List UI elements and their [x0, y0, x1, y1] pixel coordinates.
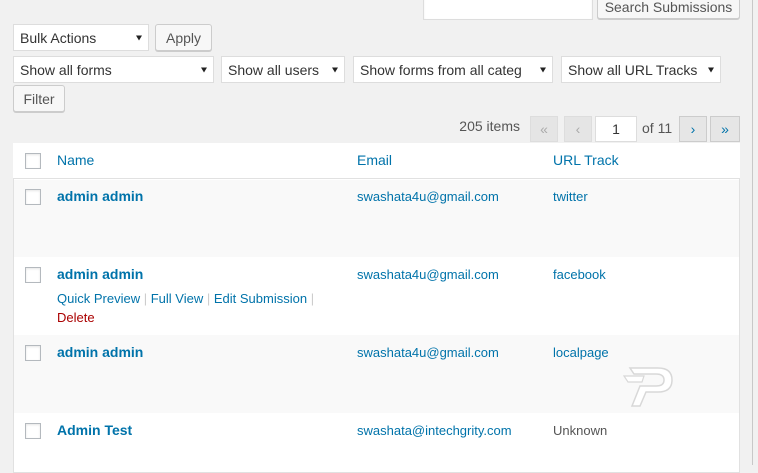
submission-name-link[interactable]: admin admin	[57, 344, 143, 360]
first-page-button: «	[530, 116, 558, 142]
url-tracks-filter-select[interactable]: Show all URL Tracks	[561, 56, 721, 83]
table-row	[14, 413, 739, 465]
items-count: 205 items	[459, 118, 520, 134]
submission-url-track-link[interactable]: localpage	[553, 345, 609, 360]
row-checkbox[interactable]	[25, 345, 41, 361]
bulk-actions-value: Bulk Actions	[20, 29, 97, 46]
chevron-down-icon	[201, 67, 207, 72]
row-checkbox[interactable]	[25, 423, 41, 439]
column-header-name[interactable]: Name	[57, 152, 94, 168]
watermark-logo-icon	[620, 360, 680, 410]
column-header-email[interactable]: Email	[357, 152, 392, 168]
categories-filter-select[interactable]: Show forms from all categ	[353, 56, 553, 83]
quick-preview-link[interactable]: Quick Preview	[57, 291, 140, 306]
users-filter-value: Show all users	[228, 61, 320, 78]
submission-email-link[interactable]: swashata4u@gmail.com	[357, 267, 499, 282]
search-submissions-button[interactable]: Search Submissions	[597, 0, 740, 19]
current-page-input[interactable]: 1	[595, 116, 637, 142]
row-actions-delete: Delete	[57, 310, 95, 325]
edit-submission-link[interactable]: Edit Submission	[214, 291, 307, 306]
submission-name-link[interactable]: Admin Test	[57, 422, 132, 438]
next-page-button[interactable]: ›	[679, 116, 707, 142]
row-actions: Quick Preview | Full View | Edit Submiss…	[57, 291, 314, 306]
filter-button[interactable]: Filter	[13, 85, 65, 112]
action-separator: |	[143, 291, 148, 306]
chevron-down-icon	[540, 67, 546, 72]
users-filter-select[interactable]: Show all users	[221, 56, 345, 83]
submission-email-link[interactable]: swashata@intechgrity.com	[357, 423, 512, 438]
submission-email-link[interactable]: swashata4u@gmail.com	[357, 189, 499, 204]
submission-name-link[interactable]: admin admin	[57, 266, 143, 282]
categories-filter-value: Show forms from all categ	[360, 61, 522, 78]
forms-filter-select[interactable]: Show all forms	[13, 56, 214, 83]
chevron-down-icon	[332, 67, 338, 72]
forms-filter-value: Show all forms	[20, 61, 112, 78]
search-input[interactable]	[423, 0, 593, 20]
full-view-link[interactable]: Full View	[151, 291, 204, 306]
row-checkbox[interactable]	[25, 189, 41, 205]
apply-button[interactable]: Apply	[155, 24, 212, 51]
delete-link[interactable]: Delete	[57, 310, 95, 325]
submission-url-track-link[interactable]: twitter	[553, 189, 588, 204]
submission-email-link[interactable]: swashata4u@gmail.com	[357, 345, 499, 360]
total-pages-label: of 11	[642, 120, 673, 136]
chevron-down-icon	[136, 35, 142, 40]
url-tracks-filter-value: Show all URL Tracks	[568, 61, 698, 78]
submission-url-track-link[interactable]: facebook	[553, 267, 606, 282]
action-separator: |	[206, 291, 211, 306]
submission-name-link[interactable]: admin admin	[57, 188, 143, 204]
select-all-checkbox[interactable]	[25, 153, 41, 169]
last-page-button[interactable]: »	[710, 116, 740, 142]
row-checkbox[interactable]	[25, 267, 41, 283]
prev-page-button: ‹	[564, 116, 592, 142]
action-separator: |	[310, 291, 315, 306]
bulk-actions-select[interactable]: Bulk Actions	[13, 24, 149, 51]
column-header-url-track[interactable]: URL Track	[553, 152, 619, 168]
scrollbar-edge	[752, 0, 753, 465]
chevron-down-icon	[708, 67, 714, 72]
submission-url-track: Unknown	[553, 423, 608, 438]
